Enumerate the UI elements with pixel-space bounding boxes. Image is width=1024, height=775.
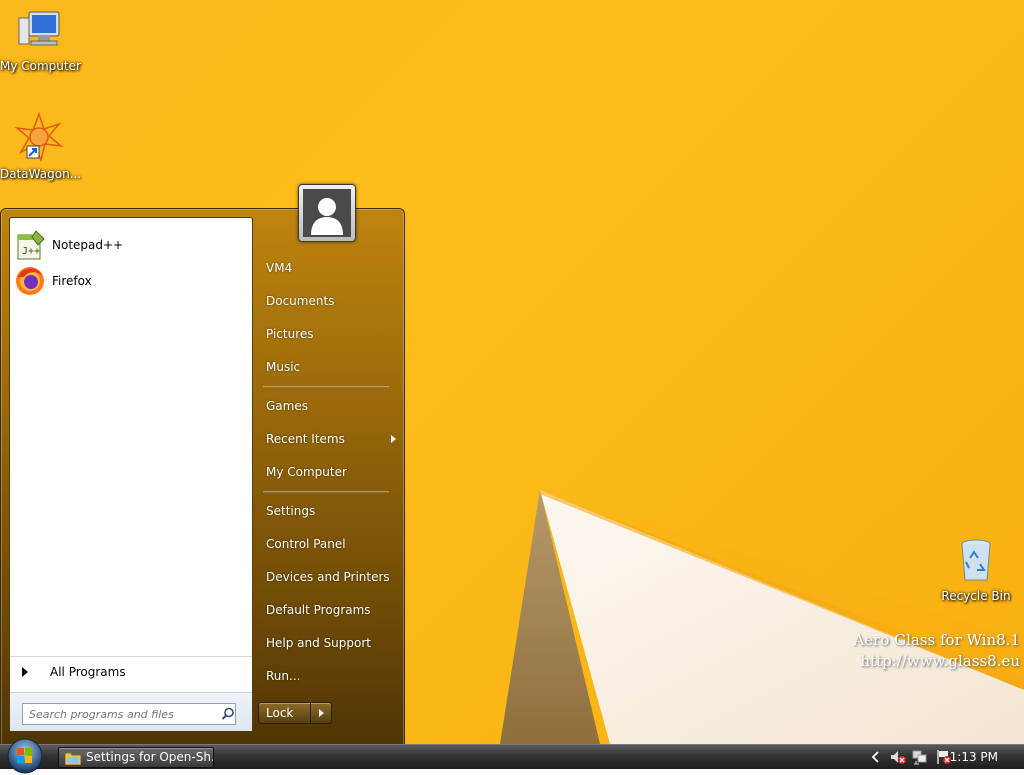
right-item-default-programs[interactable]: Default Programs xyxy=(259,598,396,622)
right-item-run[interactable]: Run... xyxy=(259,664,396,688)
right-item-label: Documents xyxy=(266,294,335,308)
right-item-pictures[interactable]: Pictures xyxy=(259,322,396,346)
right-item-label: Default Programs xyxy=(266,603,371,617)
search-icon[interactable] xyxy=(221,707,235,721)
desktop-icon-label: My Computer xyxy=(0,59,81,73)
lock-button[interactable]: Lock xyxy=(258,702,332,724)
right-item-label: Recent Items xyxy=(266,432,345,446)
start-orb-icon[interactable] xyxy=(6,737,44,775)
all-programs-button[interactable]: All Programs xyxy=(10,656,252,687)
pinned-item-notepad-plus-plus[interactable]: J++ Notepad++ xyxy=(14,228,248,262)
folder-icon xyxy=(65,752,81,765)
search-area xyxy=(10,692,252,731)
pinned-item-label: Notepad++ xyxy=(52,238,124,252)
right-item-label: Settings xyxy=(266,504,316,518)
right-item-devices-and-printers[interactable]: Devices and Printers xyxy=(259,565,396,589)
start-menu-left-pane: J++ Notepad++ Firefox All Programs xyxy=(9,217,253,731)
user-picture-icon xyxy=(303,189,351,237)
right-item-label: Run... xyxy=(266,669,301,683)
right-item-label: My Computer xyxy=(266,465,347,479)
right-item-recent-items[interactable]: Recent Items xyxy=(259,427,396,451)
menu-separator xyxy=(263,386,389,388)
menu-separator xyxy=(263,491,389,493)
network-icon[interactable] xyxy=(912,749,928,765)
right-item-label: Devices and Printers xyxy=(266,570,390,584)
pinned-item-firefox[interactable]: Firefox xyxy=(14,264,248,298)
firefox-icon xyxy=(16,267,44,295)
datawagon-icon xyxy=(14,111,64,163)
show-hidden-icons-chevron-icon[interactable] xyxy=(868,749,884,765)
notepad-plus-plus-icon: J++ xyxy=(17,230,45,260)
right-item-settings[interactable]: Settings xyxy=(259,499,396,523)
right-item-documents[interactable]: Documents xyxy=(259,289,396,313)
right-item-label: VM4 xyxy=(266,261,293,275)
recycle-bin-icon xyxy=(961,539,991,581)
desktop-icon-datawagon[interactable]: DataWagon... xyxy=(0,111,82,181)
aero-glass-watermark: Aero Glass for Win8.1 http://www.glass8.… xyxy=(853,630,1020,672)
user-silhouette-icon xyxy=(311,198,343,235)
all-programs-label: All Programs xyxy=(50,665,126,679)
watermark-line-2: http://www.glass8.eu xyxy=(860,652,1020,670)
right-item-control-panel[interactable]: Control Panel xyxy=(259,532,396,556)
right-item-my-computer[interactable]: My Computer xyxy=(259,460,396,484)
taskbar-button-label: Settings for Open-Sh... xyxy=(86,750,214,764)
right-item-label: Music xyxy=(266,360,301,374)
shutdown-options-arrow-icon[interactable] xyxy=(310,703,331,723)
pinned-item-label: Firefox xyxy=(52,274,92,288)
expand-arrow-icon xyxy=(22,667,28,677)
watermark-line-1: Aero Glass for Win8.1 xyxy=(853,631,1020,649)
right-item-vm4[interactable]: VM4 xyxy=(259,256,396,280)
volume-muted-icon[interactable] xyxy=(890,749,906,765)
desktop-icon-label: Recycle Bin xyxy=(941,589,1011,603)
submenu-arrow-icon xyxy=(391,435,396,443)
search-input[interactable] xyxy=(23,705,221,723)
search-box xyxy=(22,703,236,725)
desktop-icon-label: DataWagon... xyxy=(0,167,82,181)
desktop-icon-my-computer[interactable]: My Computer xyxy=(0,8,81,73)
taskbar: Settings for Open-Sh... 1:13 PM xyxy=(0,738,1024,774)
desktop-icon-recycle-bin[interactable]: Recycle Bin xyxy=(936,536,1016,603)
start-menu: J++ Notepad++ Firefox All Programs Searc… xyxy=(0,208,405,746)
right-item-help-and-support[interactable]: Help and Support xyxy=(259,631,396,655)
right-item-label: Control Panel xyxy=(266,537,346,551)
user-avatar[interactable] xyxy=(298,184,356,242)
taskbar-button-settings[interactable]: Settings for Open-Sh... xyxy=(58,747,214,768)
right-item-label: Pictures xyxy=(266,327,314,341)
right-item-games[interactable]: Games xyxy=(259,394,396,418)
computer-icon xyxy=(18,11,60,46)
right-item-label: Help and Support xyxy=(266,636,371,650)
right-item-label: Games xyxy=(266,399,308,413)
system-tray: 1:13 PM xyxy=(844,745,1024,769)
taskbar-clock[interactable]: 1:13 PM xyxy=(950,745,998,769)
lock-button-label: Lock xyxy=(266,706,294,720)
svg-text:J++: J++ xyxy=(22,246,40,257)
right-item-music[interactable]: Music xyxy=(259,355,396,379)
